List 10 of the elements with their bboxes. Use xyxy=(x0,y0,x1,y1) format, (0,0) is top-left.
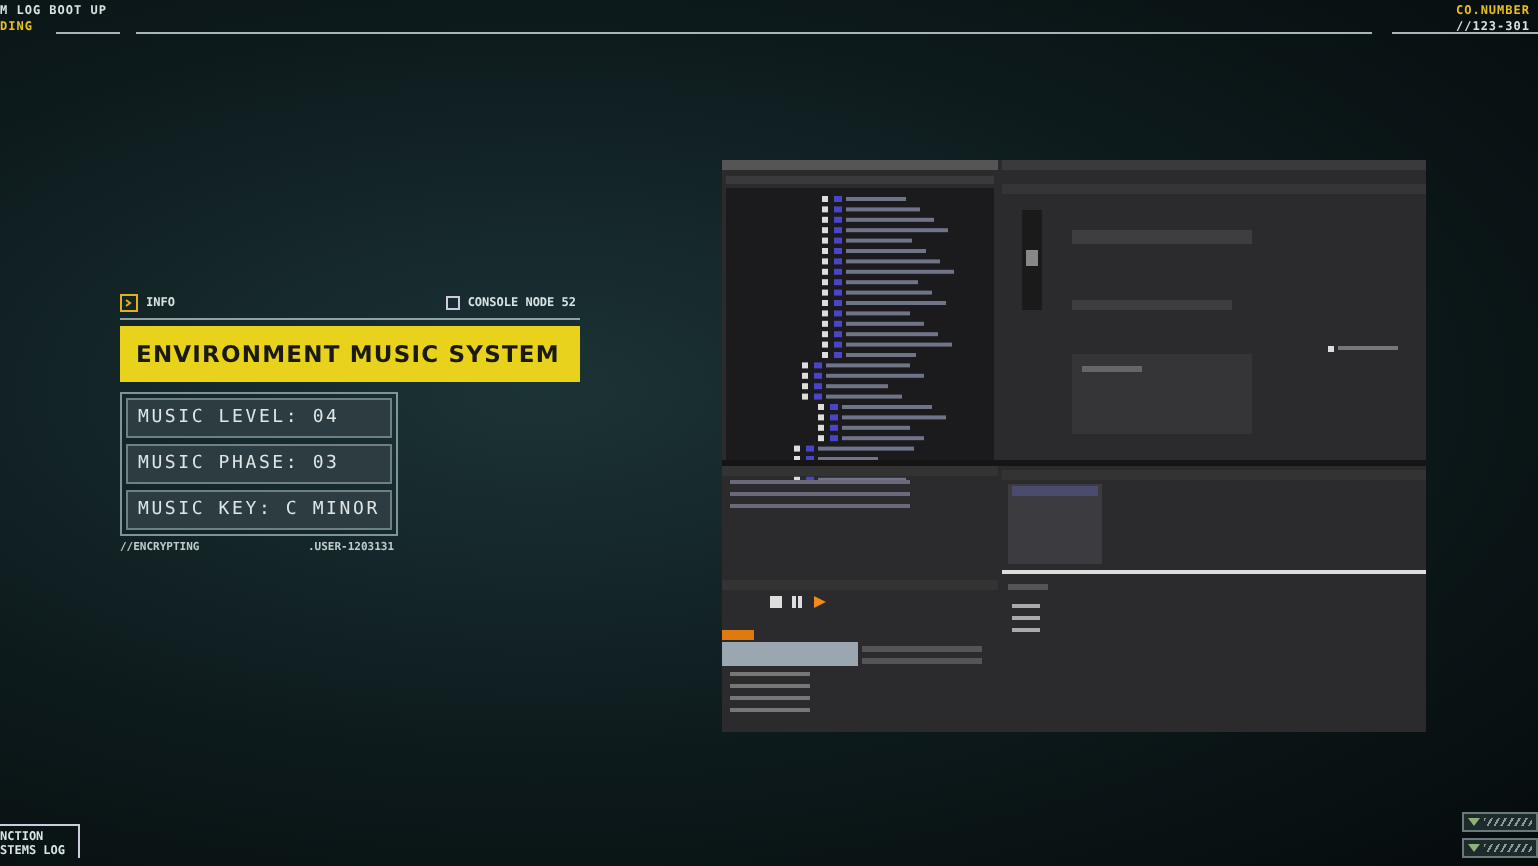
hud-button[interactable] xyxy=(1462,812,1538,832)
triangle-icon xyxy=(1468,842,1480,854)
square-icon xyxy=(445,296,460,310)
readout-row: MUSIC PHASE: 03 xyxy=(126,444,392,484)
readout-row: MUSIC LEVEL: 04 xyxy=(126,398,392,438)
hud-button[interactable] xyxy=(1462,838,1538,858)
terminal-icon xyxy=(120,294,138,312)
triangle-icon xyxy=(1468,816,1480,828)
readout-row: MUSIC KEY: C MINOR xyxy=(126,490,392,530)
panel-title: ENVIRONMENT MUSIC SYSTEM xyxy=(120,326,580,382)
